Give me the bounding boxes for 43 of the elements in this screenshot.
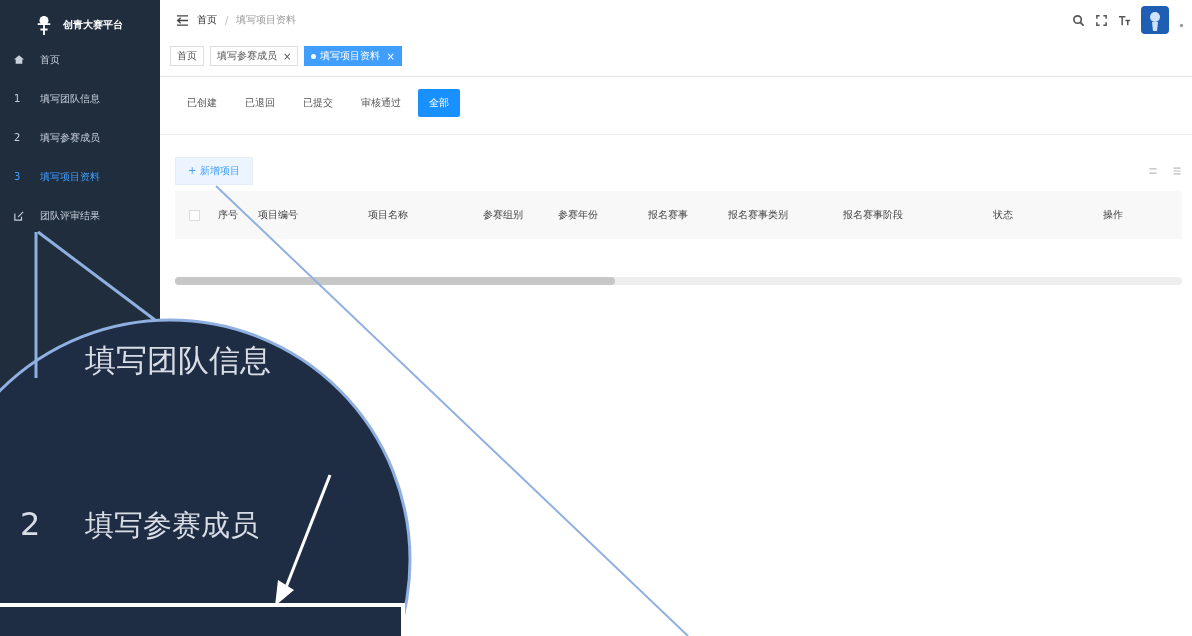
breadcrumb-item: 填写项目资料 [236,13,297,27]
column-header: 项目名称 [367,208,409,222]
sidebar-item[interactable]: 团队评审结果 [0,196,160,235]
menu-icon[interactable] [176,13,189,27]
mascot-logo-icon [35,14,53,36]
status-tab[interactable]: 审核通过 [350,89,412,117]
close-icon[interactable]: × [283,50,292,62]
status-tab[interactable]: 已退回 [234,89,286,117]
breadcrumb-separator: / [225,14,229,26]
status-tab[interactable]: 已创建 [176,89,228,117]
page-tab[interactable]: 首页 [170,46,204,66]
column-header: 参赛年份 [557,208,599,222]
column-header: 报名赛事 [647,208,689,222]
column-header: 项目编号 [257,208,299,222]
sidebar-item[interactable]: 首页 [0,40,160,79]
status-tab[interactable]: 已提交 [292,89,344,117]
column-header: 状态 [992,208,1014,222]
magnified-menu-label: 填写参赛成员 [85,507,259,544]
sidebar-item[interactable]: 3 填写项目资料 [0,157,160,196]
edit-icon [14,210,24,221]
column-header: 序号 [217,208,239,222]
sidebar-item[interactable]: 2 填写参赛成员 [0,118,160,157]
platform-title: 创青大赛平台 [63,18,123,32]
column-header: 参赛组别 [482,208,524,222]
magnified-menu-label: 填写团队信息 [85,341,271,380]
tab-label: 填写参赛成员 [217,49,277,63]
checkbox[interactable] [189,209,200,221]
avatar-logo-icon[interactable] [1141,6,1169,34]
search-icon[interactable] [1072,13,1085,27]
fullscreen-icon[interactable] [1095,13,1108,27]
magnified-number: 2 [20,505,41,543]
tab-label: 填写项目资料 [320,49,381,63]
column-header: 操作 [1102,208,1124,222]
column-header: 报名赛事阶段 [842,208,904,222]
caret-icon[interactable] [1179,23,1184,28]
home-icon [14,55,24,64]
column-header: 报名赛事类别 [727,208,789,222]
font-size-icon[interactable] [1118,13,1131,27]
horizontal-scrollbar[interactable] [175,277,1182,285]
breadcrumb-item[interactable]: 首页 [197,13,217,27]
tab-label: 首页 [177,49,197,63]
sidebar-item[interactable]: 1 填写团队信息 [0,79,160,118]
page-tab[interactable]: 填写参赛成员 × [210,46,299,66]
